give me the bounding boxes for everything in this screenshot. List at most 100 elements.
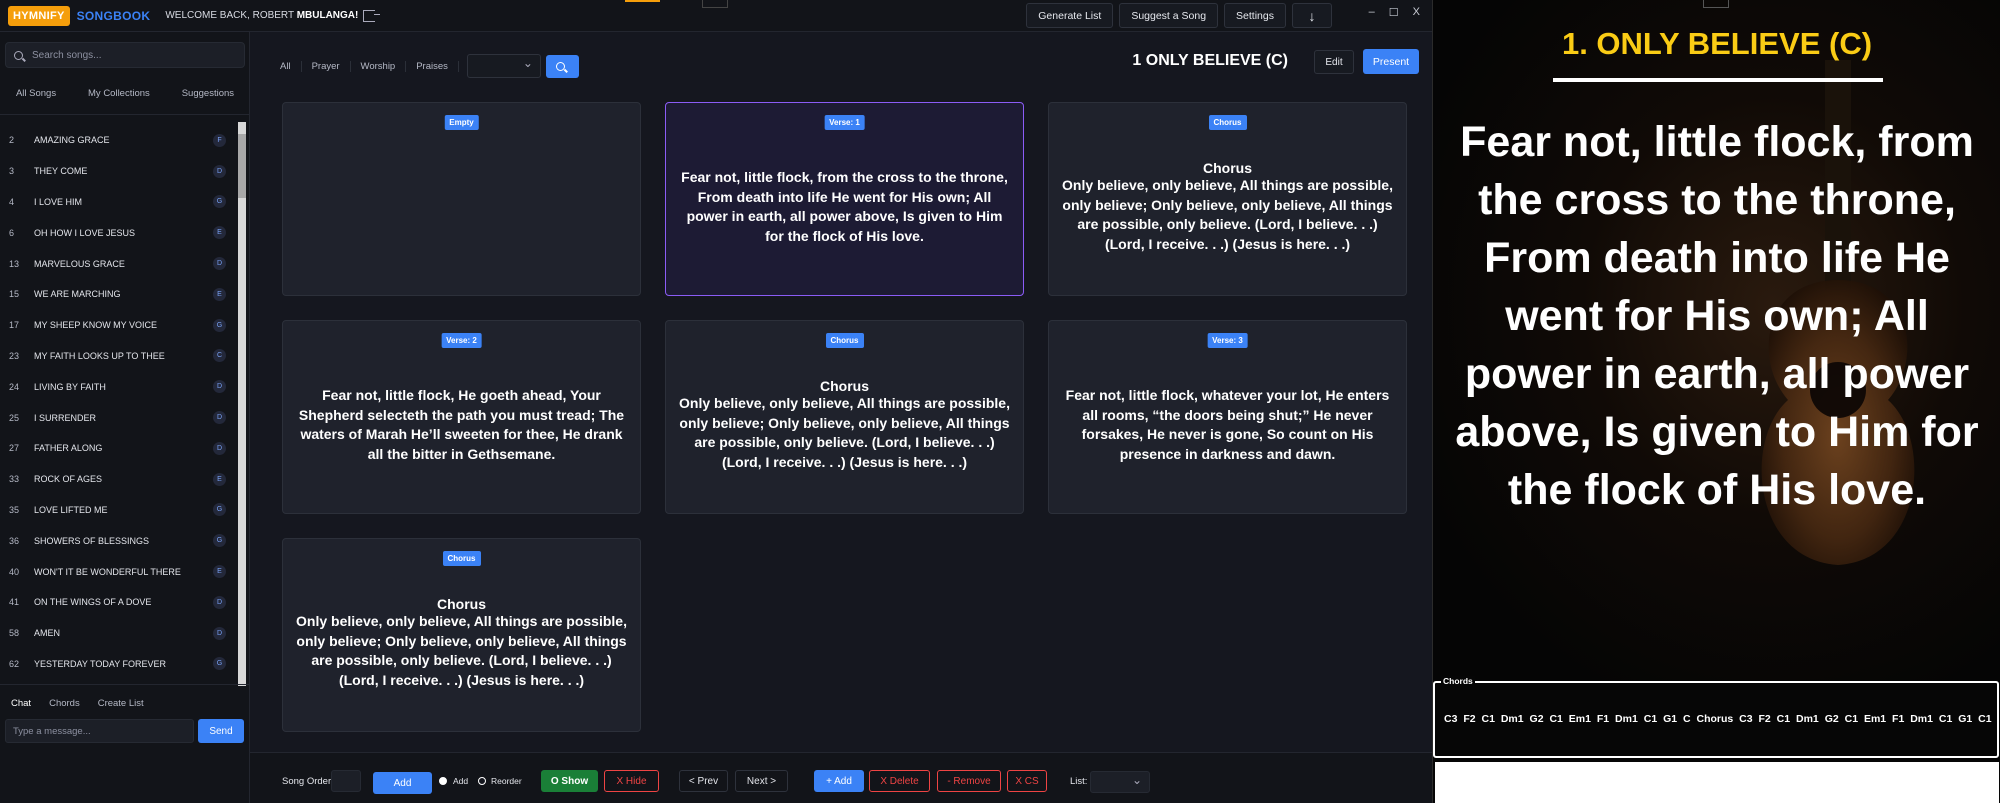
song-number: 58 [9,628,20,639]
song-title: SHOWERS OF BLESSINGS [34,535,150,546]
search-icon [14,50,23,60]
remove-button[interactable]: - Remove [937,770,1001,792]
scrollbar-thumb[interactable] [238,134,246,198]
list-select[interactable]: ⌄ [1090,771,1150,793]
list-item[interactable]: 17 MY SHEEP KNOW MY VOICE G [0,310,236,341]
next-button[interactable]: Next > [735,770,788,792]
list-item[interactable]: 15 WE ARE MARCHING E [0,279,236,310]
send-button[interactable]: Send [198,719,244,743]
song-title: 1 ONLY BELIEVE (C) [1132,52,1288,69]
section-badge: Empty [444,115,479,130]
section-card[interactable]: Chorus Chorus Only believe, only believe, … [665,320,1024,514]
radio-add[interactable] [439,777,447,785]
key-badge: E [213,287,226,301]
tab-suggestions[interactable]: Suggestions [182,88,234,99]
list-item[interactable]: 58 AMEN D [0,618,236,649]
generate-list-button[interactable]: Generate List [1026,3,1114,28]
key-badge: D [213,411,226,425]
edit-button[interactable]: Edit [1314,50,1354,74]
filter-praises[interactable]: Praises [406,60,459,72]
tab-indicator [625,0,660,2]
add-order-button[interactable]: Add [373,772,432,794]
list-item[interactable]: 2 AMAZING GRACE F [0,125,236,156]
minimize-button[interactable]: – [1369,6,1375,19]
delete-button[interactable]: X Delete [869,770,930,792]
section-heading: Chorus [437,596,486,612]
list-item[interactable]: 41 ON THE WINGS OF A DOVE D [0,587,236,618]
section-card[interactable]: Chorus Chorus Only believe, only believe, … [1048,102,1407,296]
tab-chat[interactable]: Chat [11,698,31,709]
sidebar: All Songs My Collections Suggestions 2 AM… [0,32,250,803]
section-card[interactable]: Verse: 3 Fear not, little flock, whatever… [1048,320,1407,514]
filter-worship[interactable]: Worship [351,60,407,72]
suggest-song-button[interactable]: Suggest a Song [1119,3,1219,28]
drag-handle[interactable] [702,0,728,8]
section-card[interactable]: Chorus Chorus Only believe, only believe, … [282,538,641,732]
tab-my-collections[interactable]: My Collections [88,88,150,99]
list-item[interactable]: 35 LOVE LIFTED ME G [0,495,236,526]
song-list-scrollbar[interactable] [238,122,246,686]
section-card[interactable]: Verse: 2 Fear not, little flock, He goeth… [282,320,641,514]
list-item[interactable]: 6 OH HOW I LOVE JESUS E [0,217,236,248]
list-item[interactable]: 36 SHOWERS OF BLESSINGS G [0,525,236,556]
prev-button[interactable]: < Prev [679,770,728,792]
song-title: I LOVE HIM [34,196,83,207]
close-button[interactable]: X [1413,6,1420,19]
list-item[interactable]: 13 MARVELOUS GRACE D [0,248,236,279]
song-number: 40 [9,566,20,577]
divider [0,114,250,115]
search-icon [556,61,566,71]
plus-add-button[interactable]: + Add [814,770,864,792]
list-item[interactable]: 62 YESTERDAY TODAY FOREVER G [0,649,236,680]
list-item[interactable]: 40 WON'T IT BE WONDERFUL THERE E [0,556,236,587]
logout-icon[interactable] [363,9,381,22]
message-input[interactable] [6,720,193,742]
song-number: 33 [9,474,20,485]
download-button[interactable]: ↓ [1292,3,1332,28]
key-badge: C [213,349,226,363]
filter-prayer[interactable]: Prayer [302,60,351,72]
search-input[interactable] [32,49,232,61]
top-bar: HYMNIFY SONGBOOK WELCOME BACK, ROBERT MB… [0,0,1432,32]
filter-all[interactable]: All [270,60,302,72]
list-item[interactable]: 25 I SURRENDER D [0,402,236,433]
present-button[interactable]: Present [1363,49,1419,74]
song-order-label: Song Order [282,776,332,787]
tab-create-list[interactable]: Create List [98,698,144,709]
presenter-view: 1. ONLY BELIEVE (C) Fear not, little flo… [1432,0,2000,803]
hide-button[interactable]: X Hide [604,770,659,792]
song-title: AMAZING GRACE [34,135,110,146]
list-item[interactable]: 23 MY FAITH LOOKS UP TO THEE C [0,341,236,372]
key-badge: G [213,318,226,332]
download-icon: ↓ [1308,7,1316,24]
list-item[interactable]: 4 I LOVE HIM G [0,187,236,218]
tab-all-songs[interactable]: All Songs [16,88,56,99]
message-field[interactable] [5,719,194,743]
section-badge: Verse: 2 [441,333,482,348]
list-item[interactable]: 27 FATHER ALONG D [0,433,236,464]
song-order-input[interactable] [331,770,361,792]
song-list: 2 AMAZING GRACE F 3 THEY COME D 4 I LOVE HIM G 6 O… [0,125,236,679]
category-select[interactable] [466,54,541,78]
radio-reorder[interactable] [478,777,486,785]
section-badge: Verse: 1 [824,115,865,130]
section-card[interactable]: Empty [282,102,641,296]
list-item[interactable]: 3 THEY COME D [0,156,236,187]
cs-button[interactable]: X CS [1007,770,1047,792]
key-badge: G [213,195,226,209]
drag-handle[interactable] [1703,0,1729,8]
list-item[interactable]: 24 LIVING BY FAITH D [0,371,236,402]
section-heading: Chorus [1203,160,1252,176]
tab-chords[interactable]: Chords [49,698,80,709]
song-search[interactable] [5,42,245,68]
section-card[interactable]: Verse: 1 Fear not, little flock, from the… [665,102,1024,296]
song-title: WON'T IT BE WONDERFUL THERE [34,566,181,577]
show-button[interactable]: O Show [541,770,598,792]
settings-button[interactable]: Settings [1224,3,1286,28]
list-item[interactable]: 33 ROCK OF AGES E [0,464,236,495]
maximize-button[interactable]: ☐ [1389,6,1399,19]
song-number: 62 [9,658,20,669]
key-badge: D [213,257,226,271]
filter-search-button[interactable] [545,54,579,78]
key-badge: E [213,226,226,240]
